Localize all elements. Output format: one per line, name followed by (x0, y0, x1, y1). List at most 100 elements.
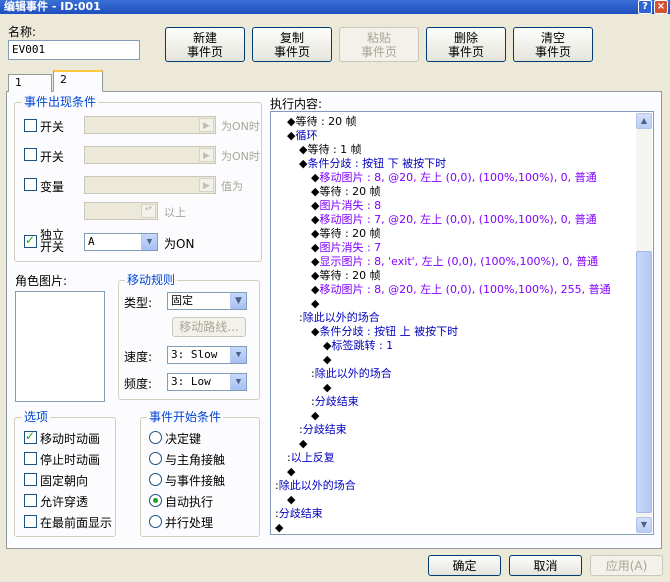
move-type-label: 类型: (124, 296, 153, 310)
switch1-checkbox[interactable] (24, 119, 37, 132)
self-switch-select[interactable]: A ▼ (84, 233, 158, 251)
variable-value-field[interactable]: ▴▾ (84, 202, 158, 220)
command-text: 移动图片 : 7, @20, 左上 (0,0), (100%,100%), 0,… (319, 213, 597, 226)
option-label-0: 移动时动画 (40, 432, 101, 446)
move-route-button[interactable]: 移动路线... (172, 317, 246, 337)
command-line[interactable]: ◆等待 : 20 帧 (311, 269, 381, 283)
tab-page-2[interactable]: 2 (53, 70, 103, 92)
clear-page-button[interactable]: 清空 事件页 (513, 27, 593, 62)
delete-page-label-2: 事件页 (447, 44, 484, 59)
paste-page-button[interactable]: 粘贴 事件页 (339, 27, 419, 62)
option-checkbox-0[interactable] (24, 429, 37, 444)
trigger-radio-0[interactable] (149, 431, 162, 444)
scroll-up-icon[interactable]: ▲ (636, 113, 652, 129)
command-text: 除此以外的场合 (278, 479, 356, 492)
option-checkbox-3[interactable] (24, 494, 37, 507)
paste-page-label-1: 粘贴 (366, 30, 391, 45)
speed-select[interactable]: 3: Slow ▼ (167, 346, 247, 364)
trigger-radio-2[interactable] (149, 473, 162, 486)
switch2-label: 开关 (40, 150, 65, 164)
switch2-field[interactable]: ▶ (84, 146, 216, 164)
move-type-dropdown-icon: ▼ (230, 293, 246, 309)
command-line[interactable]: :除此以外的场合 (299, 311, 380, 325)
command-line[interactable]: ◆条件分歧 : 按钮 下 被按下时 (299, 157, 446, 171)
command-line[interactable]: ◆ (323, 353, 331, 367)
option-checkbox-1[interactable] (24, 452, 37, 465)
command-line[interactable]: ◆等待 : 20 帧 (287, 115, 357, 129)
command-list[interactable]: ◆等待 : 20 帧 ◆循环 ◆等待 : 1 帧 ◆条件分歧 : 按钮 下 被按下时 ◆… (270, 111, 654, 535)
command-line[interactable]: ◆ (323, 381, 331, 395)
command-line[interactable]: :分歧结束 (299, 423, 347, 437)
frequency-dropdown-icon: ▼ (230, 374, 246, 390)
command-line[interactable]: ◆等待 : 20 帧 (311, 227, 381, 241)
trigger-label-2: 与事件接触 (165, 474, 226, 488)
command-line[interactable]: :以上反复 (287, 451, 335, 465)
command-text: 等待 : 20 帧 (319, 227, 381, 240)
command-line[interactable]: ◆条件分歧 : 按钮 上 被按下时 (311, 325, 458, 339)
option-checkbox-4[interactable] (24, 515, 37, 528)
command-line[interactable]: ◆图片消失 : 7 (311, 241, 381, 255)
command-line[interactable]: ◆等待 : 1 帧 (299, 143, 362, 157)
scroll-down-icon[interactable]: ▼ (636, 517, 652, 533)
command-line[interactable]: :分歧结束 (275, 507, 323, 521)
command-diamond-icon: ◆ (299, 437, 308, 450)
variable-field[interactable]: ▶ (84, 176, 216, 194)
new-page-button[interactable]: 新建 事件页 (165, 27, 245, 62)
command-diamond-icon: ◆ (311, 297, 320, 310)
trigger-radio-3[interactable] (149, 494, 162, 507)
command-line[interactable]: ◆ (311, 297, 319, 311)
command-scrollbar[interactable]: ▲ ▼ (636, 113, 652, 533)
cancel-button[interactable]: 取消 (509, 555, 582, 576)
option-checkbox-2[interactable] (24, 473, 37, 486)
command-line[interactable]: ◆ (287, 493, 295, 507)
command-line[interactable]: ◆移动图片 : 8, @20, 左上 (0,0), (100%,100%), 2… (311, 283, 611, 297)
switch1-field[interactable]: ▶ (84, 116, 216, 134)
new-page-label-2: 事件页 (186, 44, 223, 59)
command-line[interactable]: :分歧结束 (311, 395, 359, 409)
event-editor-window: 编辑事件 - ID:001 ? × 名称: EV001 新建 事件页 复制 事件… (0, 0, 670, 582)
option-label-2: 固定朝向 (40, 474, 89, 488)
command-line[interactable]: ◆标签跳转 : 1 (323, 339, 393, 353)
apply-button[interactable]: 应用(A) (590, 555, 663, 576)
clear-page-label-1: 清空 (540, 30, 565, 45)
command-line[interactable]: ◆ (287, 465, 295, 479)
command-diamond-icon: ◆ (287, 465, 296, 478)
self-switch-checkbox[interactable] (24, 233, 37, 248)
ok-button[interactable]: 确定 (428, 555, 501, 576)
close-button[interactable]: × (654, 0, 668, 14)
title-bar: 编辑事件 - ID:001 (0, 0, 670, 14)
command-line[interactable]: ◆ (275, 521, 283, 534)
command-line[interactable]: ◆图片消失 : 8 (311, 199, 381, 213)
command-line[interactable]: ◆移动图片 : 7, @20, 左上 (0,0), (100%,100%), 0… (311, 213, 597, 227)
command-diamond-icon: ◆ (311, 409, 320, 422)
help-button[interactable]: ? (638, 0, 652, 14)
self-switch-label: 独立 开关 (40, 229, 64, 253)
command-line[interactable]: :除此以外的场合 (311, 367, 392, 381)
scroll-thumb[interactable] (636, 251, 652, 513)
tab-page-1[interactable]: 1 (8, 74, 52, 92)
command-line[interactable]: :除此以外的场合 (275, 479, 356, 493)
command-line[interactable]: ◆显示图片 : 8, 'exit', 左上 (0,0), (100%,100%)… (311, 255, 598, 269)
copy-page-button[interactable]: 复制 事件页 (252, 27, 332, 62)
variable-arrow-icon: ▶ (199, 178, 214, 192)
command-line[interactable]: ◆ (311, 409, 319, 423)
command-line[interactable]: ◆ (299, 437, 307, 451)
graphic-preview[interactable] (15, 291, 105, 402)
paste-page-label-2: 事件页 (360, 44, 397, 59)
command-line[interactable]: ◆循环 (287, 129, 317, 143)
trigger-label-4: 并行处理 (165, 516, 214, 530)
move-type-select[interactable]: 固定 ▼ (167, 292, 247, 310)
trigger-radio-4[interactable] (149, 515, 162, 528)
command-line[interactable]: ◆等待 : 20 帧 (311, 185, 381, 199)
self-switch-value: A (88, 235, 95, 248)
frequency-select[interactable]: 3: Low ▼ (167, 373, 247, 391)
command-line[interactable]: ◆移动图片 : 8, @20, 左上 (0,0), (100%,100%), 0… (311, 171, 597, 185)
variable-checkbox[interactable] (24, 178, 37, 191)
name-input[interactable]: EV001 (8, 40, 140, 60)
trigger-radio-1[interactable] (149, 452, 162, 465)
command-text: 分歧结束 (302, 423, 347, 436)
delete-page-button[interactable]: 删除 事件页 (426, 27, 506, 62)
switch2-checkbox[interactable] (24, 148, 37, 161)
copy-page-label-2: 事件页 (273, 44, 310, 59)
command-diamond-icon: ◆ (287, 493, 296, 506)
